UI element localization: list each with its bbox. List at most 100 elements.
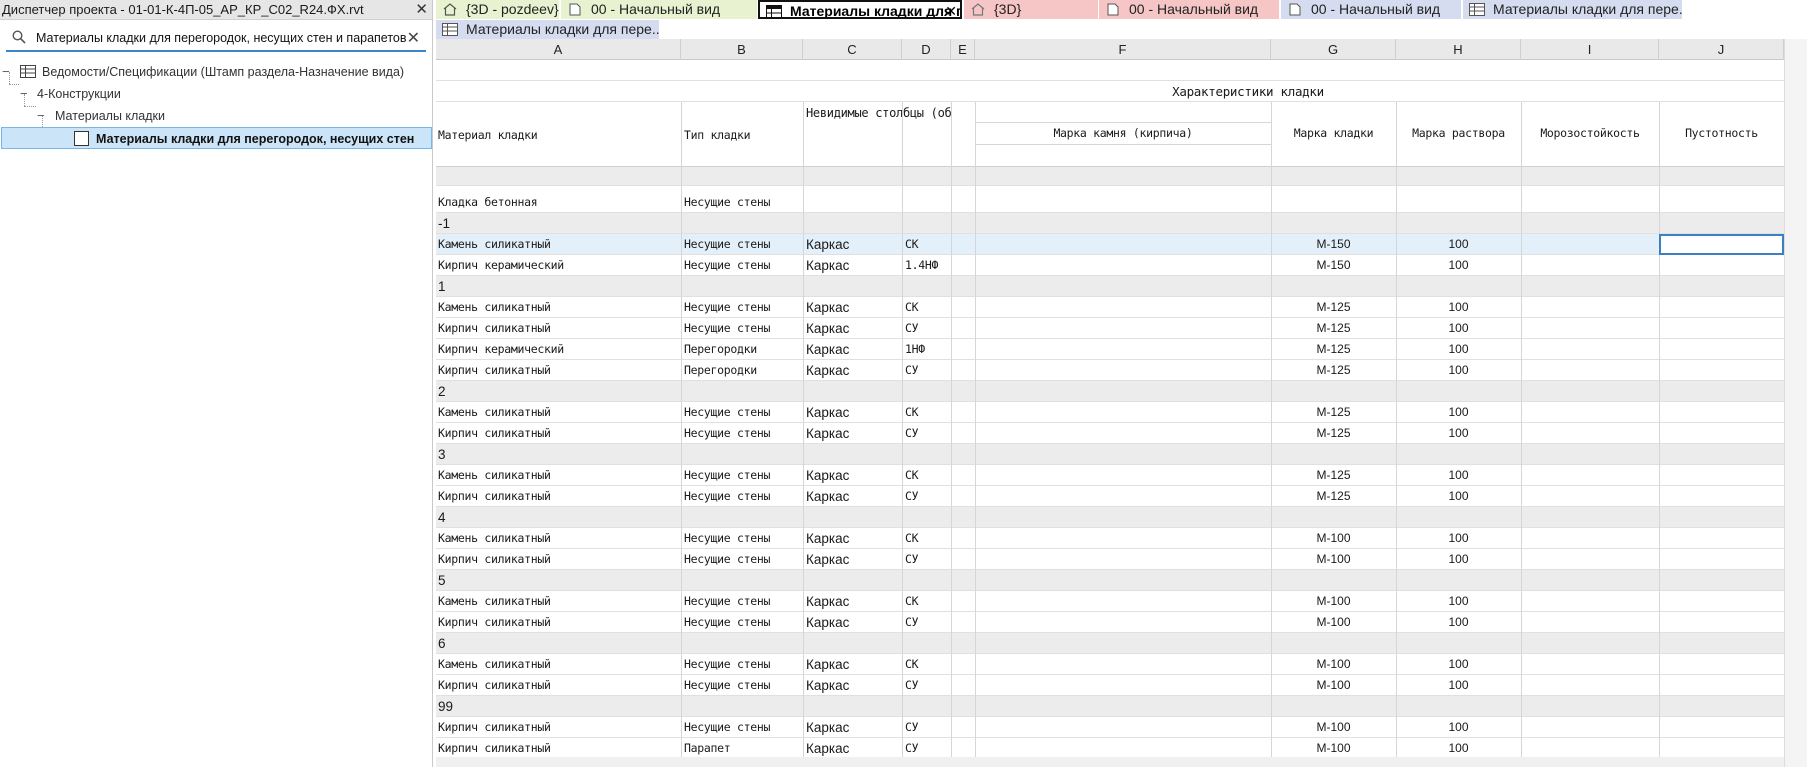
cell-structure[interactable]: Каркас <box>806 486 901 507</box>
column-header-h[interactable]: H <box>1396 39 1521 60</box>
cell-material[interactable]: Кирпич керамический <box>438 339 678 360</box>
cell-structure[interactable]: Каркас <box>806 297 901 318</box>
cell-type[interactable]: Несущие стены <box>684 528 802 549</box>
table-row[interactable]: Кирпич силикатный Несущие стены Каркас СУ М-… <box>436 717 1784 738</box>
group-row[interactable]: 4 <box>436 507 1784 528</box>
group-row[interactable]: -1 <box>436 213 1784 234</box>
tab-start-view-2[interactable]: 00 - Начальный вид <box>1099 0 1279 19</box>
cell-structure[interactable]: Каркас <box>806 255 901 276</box>
cell-stone-code[interactable]: СУ <box>905 360 950 381</box>
cell-material[interactable]: Кирпич силикатный <box>438 360 678 381</box>
cell-mortar-mark[interactable]: 100 <box>1396 402 1521 423</box>
cell-mortar-mark[interactable]: 100 <box>1396 423 1521 444</box>
cell-mortar-mark[interactable]: 100 <box>1396 717 1521 738</box>
tree-item-masonry-schedule[interactable]: Материалы кладки для перегородок, несущи… <box>1 127 432 149</box>
group-label[interactable]: 6 <box>438 633 678 654</box>
cell-stone-code[interactable]: СУ <box>905 423 950 444</box>
column-header-c[interactable]: C <box>803 39 902 60</box>
table-row[interactable]: Кирпич силикатный Несущие стены Каркас СУ М-… <box>436 423 1784 444</box>
cell-masonry-mark[interactable]: М-100 <box>1271 654 1396 675</box>
table-row[interactable]: Кирпич силикатный Несущие стены Каркас СУ М-… <box>436 612 1784 633</box>
cell-mortar-mark[interactable]: 100 <box>1396 234 1521 255</box>
table-row[interactable]: Кладка бетонная Несущие стены <box>436 192 1784 213</box>
cell-stone-code[interactable]: СУ <box>905 486 950 507</box>
table-row[interactable]: Камень силикатный Несущие стены Каркас СК М-… <box>436 591 1784 612</box>
cell-stone-code[interactable]: СК <box>905 465 950 486</box>
group-row[interactable]: 3 <box>436 444 1784 465</box>
cell-type[interactable]: Несущие стены <box>684 423 802 444</box>
column-header-e[interactable]: E <box>951 39 975 60</box>
column-header-a[interactable]: A <box>436 39 681 60</box>
cell-structure[interactable]: Каркас <box>806 234 901 255</box>
cell-material[interactable]: Камень силикатный <box>438 654 678 675</box>
cell-structure[interactable]: Каркас <box>806 717 901 738</box>
group-label[interactable]: 2 <box>438 381 678 402</box>
cell-material[interactable]: Кирпич силикатный <box>438 612 678 633</box>
cell-structure[interactable]: Каркас <box>806 612 901 633</box>
group-label[interactable]: 1 <box>438 276 678 297</box>
cell-type[interactable]: Несущие стены <box>684 318 802 339</box>
table-row[interactable]: Камень силикатный Несущие стены Каркас СК М-… <box>436 402 1784 423</box>
cell-masonry-mark[interactable]: М-150 <box>1271 255 1396 276</box>
cell-structure[interactable]: Каркас <box>806 654 901 675</box>
group-row[interactable]: 5 <box>436 570 1784 591</box>
tree-item-masonry-materials[interactable]: − Материалы кладки <box>0 105 433 127</box>
cell-type[interactable]: Несущие стены <box>684 297 802 318</box>
cell-type[interactable]: Несущие стены <box>684 234 802 255</box>
cell-material[interactable]: Кирпич силикатный <box>438 717 678 738</box>
cell-stone-code[interactable]: СУ <box>905 717 950 738</box>
cell-type[interactable]: Несущие стены <box>684 654 802 675</box>
table-row[interactable]: Кирпич керамический Несущие стены Каркас 1.… <box>436 255 1784 276</box>
cell-masonry-mark[interactable]: М-125 <box>1271 423 1396 444</box>
cell-masonry-mark[interactable]: М-125 <box>1271 297 1396 318</box>
cell-mortar-mark[interactable]: 100 <box>1396 318 1521 339</box>
table-row[interactable]: Кирпич силикатный Несущие стены Каркас СУ М-… <box>436 549 1784 570</box>
cell-stone-code[interactable]: СК <box>905 654 950 675</box>
cell-masonry-mark[interactable]: М-125 <box>1271 486 1396 507</box>
cell-stone-code[interactable]: СУ <box>905 612 950 633</box>
cell-structure[interactable]: Каркас <box>806 675 901 696</box>
tab-start-view-3[interactable]: 00 - Начальный вид <box>1281 0 1461 19</box>
cell-stone-code[interactable]: 1НФ <box>905 339 950 360</box>
tab-masonry-schedule-2[interactable]: Материалы кладки для пере... <box>1463 0 1682 19</box>
cell-material[interactable]: Кладка бетонная <box>438 192 678 213</box>
cell-mortar-mark[interactable]: 100 <box>1396 738 1521 759</box>
cell-masonry-mark[interactable]: М-125 <box>1271 402 1396 423</box>
cell-type[interactable]: Несущие стены <box>684 255 802 276</box>
cell-masonry-mark[interactable]: М-100 <box>1271 738 1396 759</box>
cell-material[interactable]: Кирпич силикатный <box>438 549 678 570</box>
cell-structure[interactable]: Каркас <box>806 318 901 339</box>
table-row[interactable]: Кирпич керамический Перегородки Каркас 1НФ М… <box>436 339 1784 360</box>
cell-masonry-mark[interactable]: М-125 <box>1271 360 1396 381</box>
cell-mortar-mark[interactable]: 100 <box>1396 297 1521 318</box>
cell-mortar-mark[interactable]: 100 <box>1396 591 1521 612</box>
cell-masonry-mark[interactable]: М-100 <box>1271 591 1396 612</box>
cell-structure[interactable]: Каркас <box>806 360 901 381</box>
cell-stone-code[interactable]: СК <box>905 234 950 255</box>
tab-start-view[interactable]: 00 - Начальный вид <box>561 0 757 19</box>
cell-mortar-mark[interactable]: 100 <box>1396 465 1521 486</box>
cell-material[interactable]: Камень силикатный <box>438 528 678 549</box>
cell-stone-code[interactable]: СК <box>905 297 950 318</box>
cell-stone-code[interactable]: СУ <box>905 738 950 759</box>
table-row[interactable]: Камень силикатный Несущие стены Каркас СК М-… <box>436 528 1784 549</box>
tab-masonry-schedule-active[interactable]: Материалы кладки для пе... ✕ <box>758 0 962 19</box>
close-icon[interactable]: ✕ <box>415 0 428 19</box>
cell-stone-code[interactable]: СУ <box>905 675 950 696</box>
column-header-g[interactable]: G <box>1271 39 1396 60</box>
group-label[interactable]: 5 <box>438 570 678 591</box>
cell-material[interactable]: Камень силикатный <box>438 465 678 486</box>
close-tab-icon[interactable]: ✕ <box>945 2 957 17</box>
table-row[interactable]: Кирпич силикатный Несущие стены Каркас СУ М-… <box>436 675 1784 696</box>
group-label[interactable]: -1 <box>438 213 678 234</box>
cell-masonry-mark[interactable]: М-150 <box>1271 234 1396 255</box>
table-row[interactable]: Кирпич силикатный Несущие стены Каркас СУ М-… <box>436 486 1784 507</box>
cell-material[interactable]: Кирпич силикатный <box>438 423 678 444</box>
column-header-d[interactable]: D <box>902 39 951 60</box>
tree-item-constructions[interactable]: − 4-Конструкции <box>0 83 433 105</box>
cell-stone-code[interactable]: СУ <box>905 318 950 339</box>
cell-stone-code[interactable]: СК <box>905 591 950 612</box>
group-row[interactable]: 99 <box>436 696 1784 717</box>
tree-toggle[interactable]: − <box>20 83 30 105</box>
cell-material[interactable]: Кирпич силикатный <box>438 486 678 507</box>
